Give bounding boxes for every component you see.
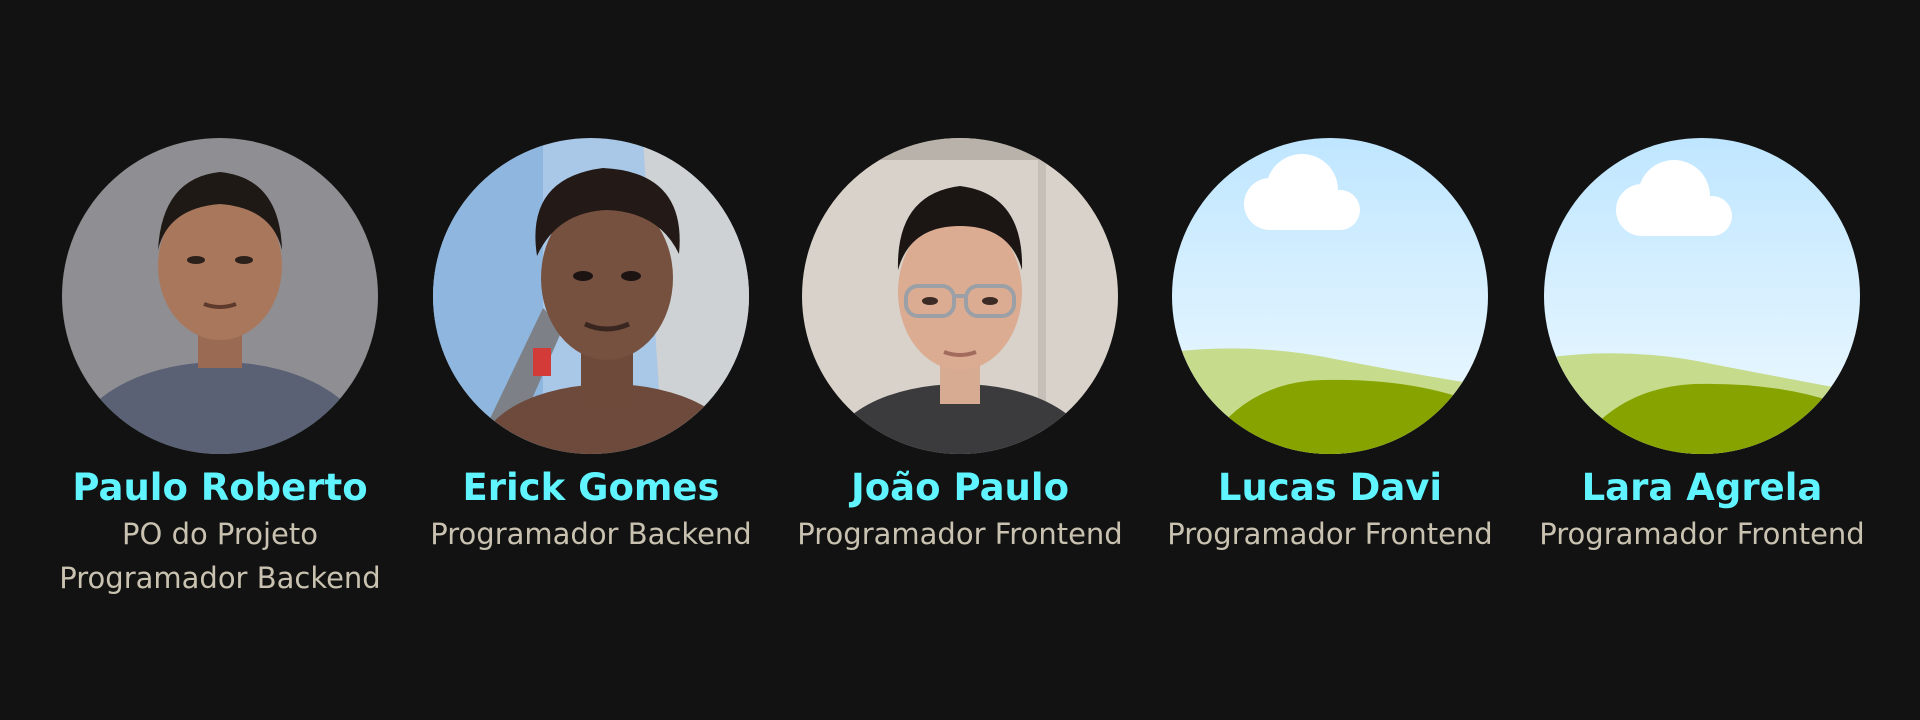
team-section: Paulo Roberto PO do Projeto Programador … (0, 0, 1920, 720)
member-role: Programador Frontend (1167, 517, 1493, 551)
member-role: Programador Backend (59, 561, 381, 595)
member-name: João Paulo (851, 466, 1069, 509)
person-photo (433, 138, 749, 454)
member-name: Paulo Roberto (72, 466, 368, 509)
member-card-paulo-roberto: Paulo Roberto PO do Projeto Programador … (40, 138, 400, 600)
person-photo (802, 138, 1118, 454)
member-name: Lara Agrela (1581, 466, 1823, 509)
avatar-placeholder (1172, 138, 1488, 454)
member-role: Programador Frontend (1539, 517, 1865, 551)
person-photo (62, 138, 378, 454)
member-role: Programador Backend (430, 517, 752, 551)
member-card-lucas-davi: Lucas Davi Programador Frontend (1150, 138, 1510, 556)
member-card-lara-agrela: Lara Agrela Programador Frontend (1522, 138, 1882, 556)
avatar-photo (802, 138, 1118, 454)
member-role: PO do Projeto (122, 517, 318, 551)
landscape-placeholder-icon (1544, 138, 1860, 454)
landscape-placeholder-icon (1172, 138, 1488, 454)
member-card-erick-gomes: Erick Gomes Programador Backend (411, 138, 771, 556)
member-role: Programador Frontend (797, 517, 1123, 551)
avatar-placeholder (1544, 138, 1860, 454)
member-card-joao-paulo: João Paulo Programador Frontend (780, 138, 1140, 556)
avatar-photo (433, 138, 749, 454)
avatar-photo (62, 138, 378, 454)
member-name: Lucas Davi (1217, 466, 1443, 509)
member-name: Erick Gomes (462, 466, 720, 509)
